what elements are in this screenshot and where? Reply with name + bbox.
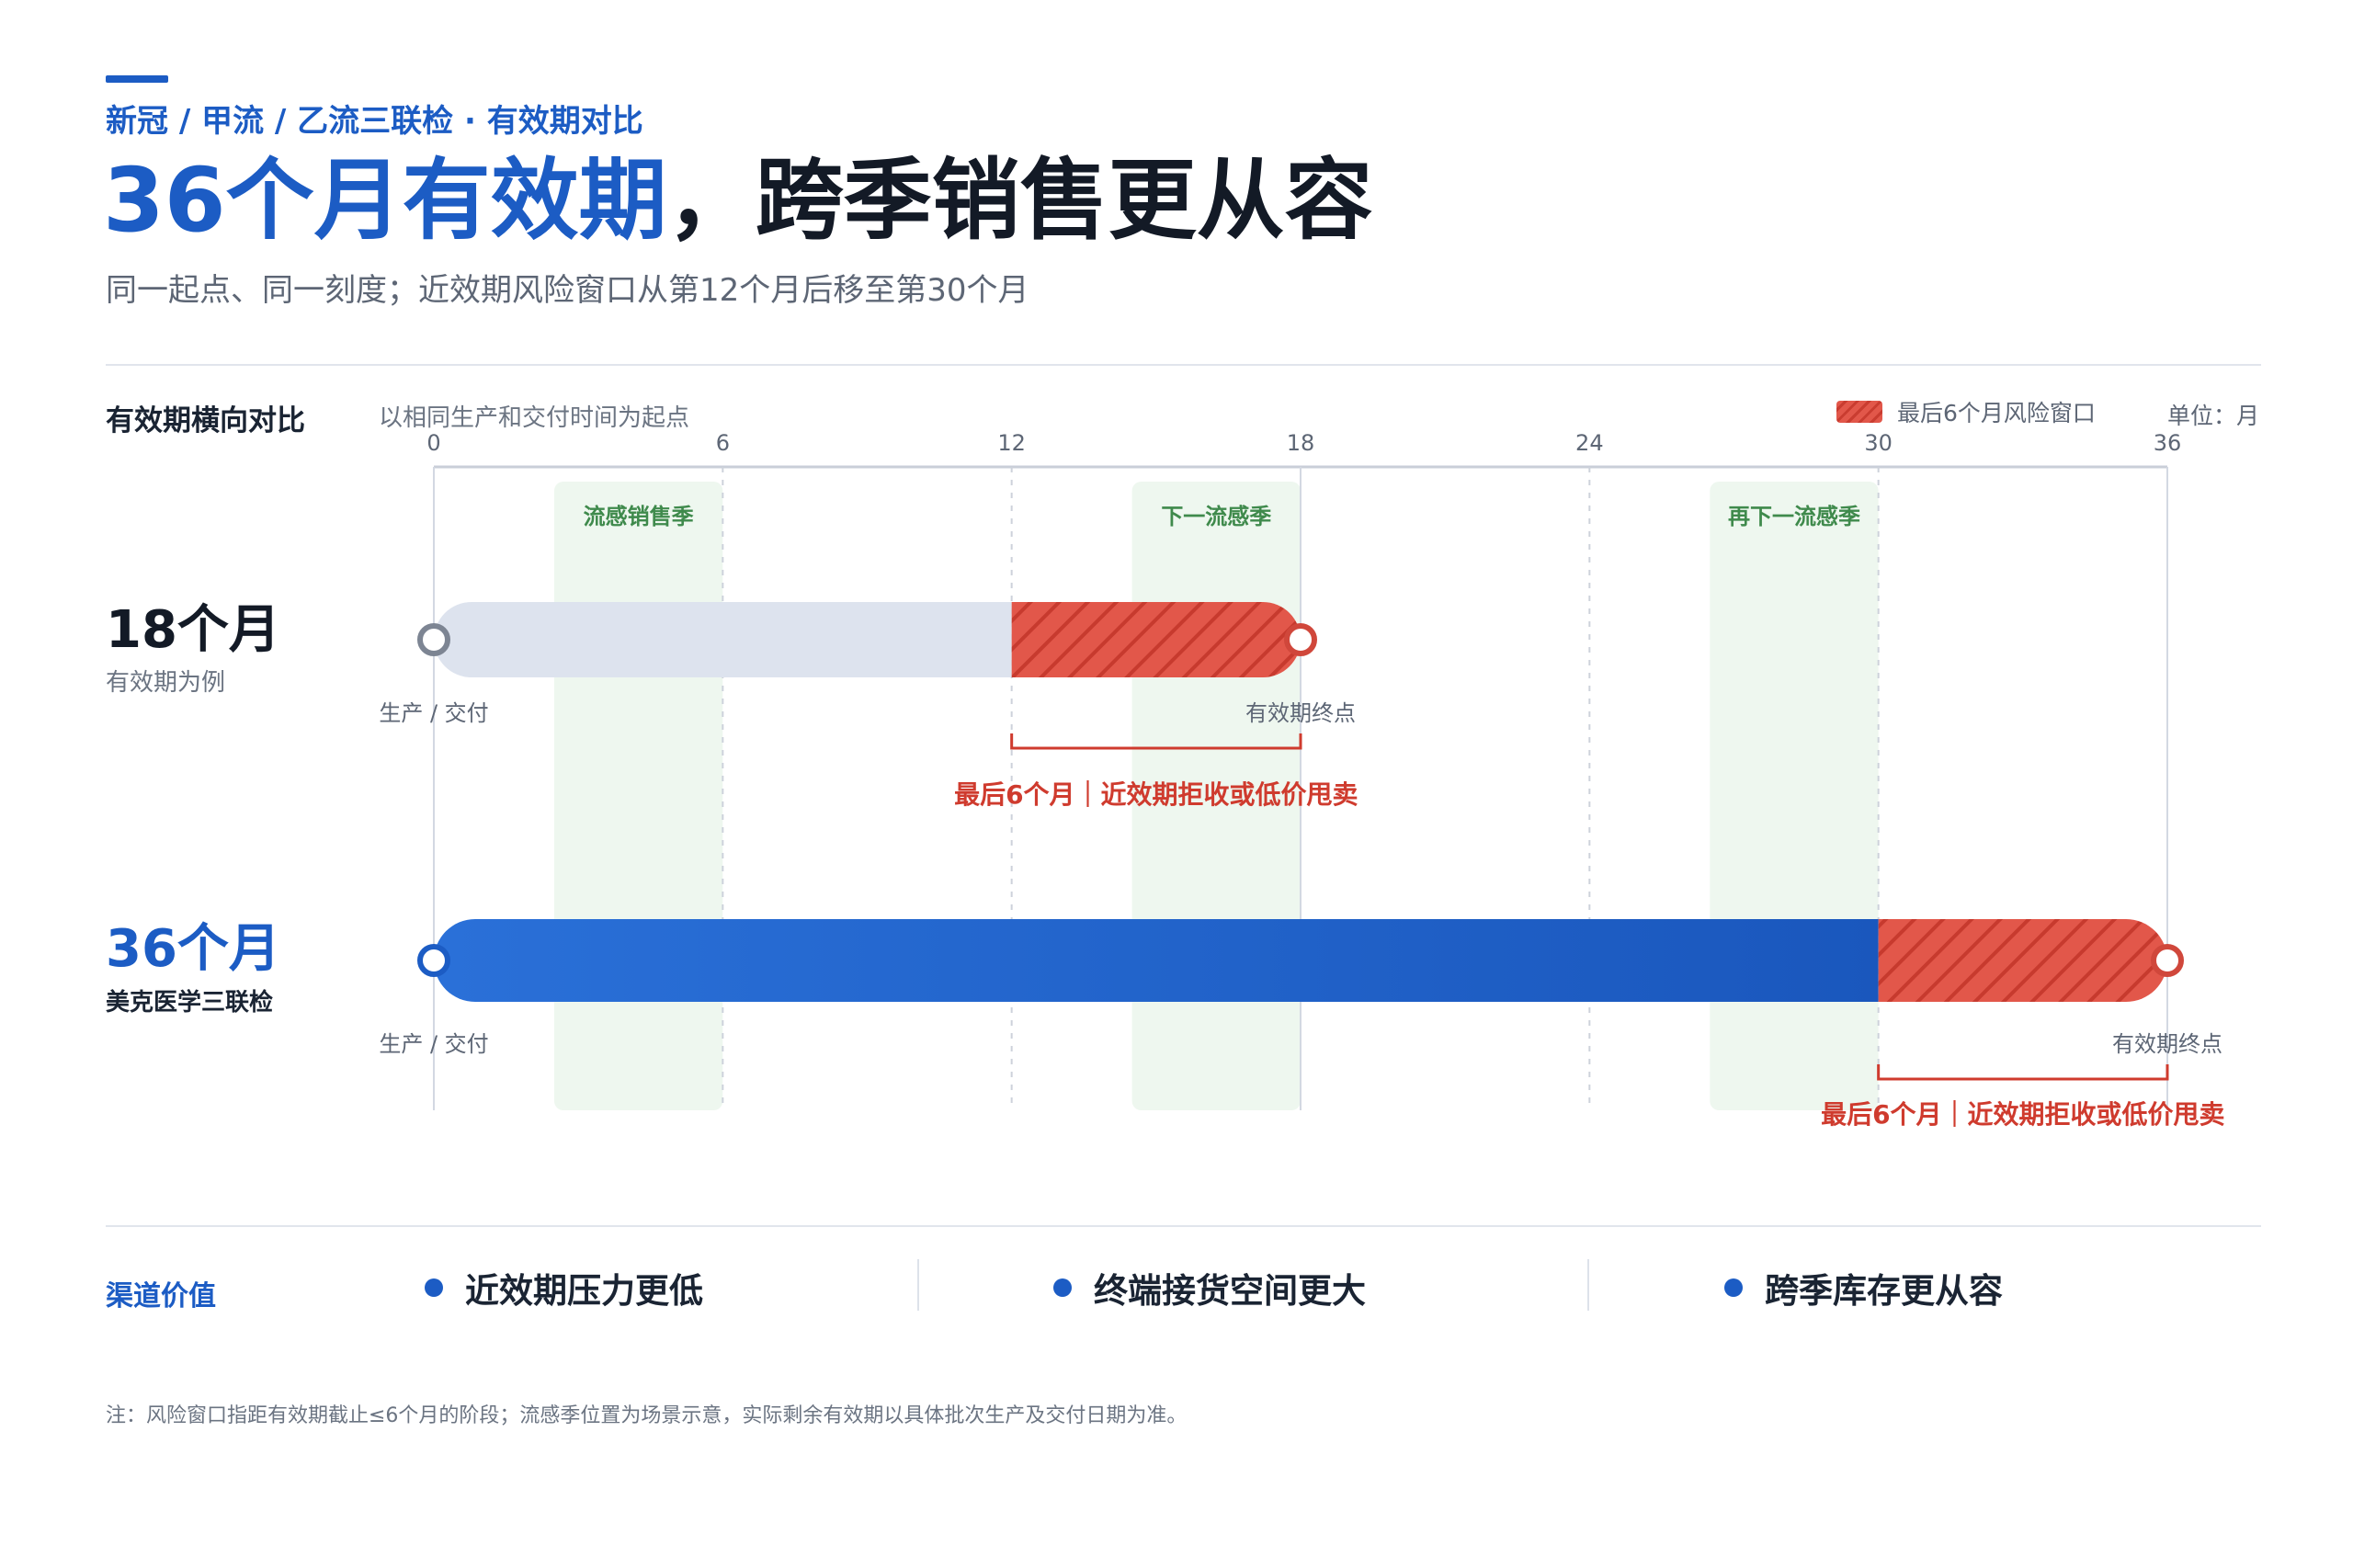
value-separator [917,1259,919,1311]
end-label: 有效期终点 [1245,700,1356,726]
end-label: 有效期终点 [2112,1031,2222,1057]
bullet-dot-icon [1053,1278,1072,1297]
bar-segment-risk [1878,919,2167,1002]
timeline-chart: 流感销售季 下一流感季 再下一流感季 0 6 12 18 24 30 36 生产 / 交付 有效期… [379,430,2224,1130]
bottom-divider [106,1225,2261,1227]
value-item-3: 跨季库存更从容 [1724,1263,2003,1312]
risk-label: 最后6个月｜近效期拒收或低价甩卖 [1821,1099,2224,1130]
x-tick-label: 12 [997,430,1026,456]
start-label: 生产 / 交付 [379,700,488,726]
start-label: 生产 / 交付 [379,1031,488,1057]
value-separator [1587,1259,1589,1311]
bar-segment-valid [434,602,1012,677]
bullet-dot-icon [425,1278,443,1297]
bar-segment-valid [434,919,1879,1002]
season-band [553,482,723,1110]
x-tick-label: 30 [1864,430,1893,456]
page: 新冠 / 甲流 / 乙流三联检 · 有效期对比 36个月有效期，跨季销售更从容 … [0,0,2353,1568]
risk-bracket [1877,1064,2169,1081]
season-label: 流感销售季 [584,504,694,529]
value-item-2: 终端接货空间更大 [1053,1263,1366,1312]
value-item-label: 跨季库存更从容 [1765,1271,2003,1311]
channel-value-label: 渠道价值 [106,1280,216,1312]
risk-label: 最后6个月｜近效期拒收或低价甩卖 [954,779,1358,810]
start-marker [417,623,450,656]
bar-segment-risk [1011,602,1301,677]
x-tick-label: 36 [2154,430,2182,456]
value-item-label: 近效期压力更低 [465,1271,703,1311]
value-item-label: 终端接货空间更大 [1094,1271,1366,1311]
season-label: 下一流感季 [1161,504,1271,529]
end-marker [1284,623,1317,656]
value-item-1: 近效期压力更低 [425,1263,703,1312]
x-tick-label: 24 [1575,430,1604,456]
start-marker [417,944,450,977]
x-tick-label: 6 [716,430,730,456]
x-tick-label: 18 [1287,430,1315,456]
footnote: 注：风险窗口指距有效期截止≤6个月的阶段；流感季位置为场景示意，实际剩余有效期以… [106,1404,1188,1427]
end-marker [2151,944,2184,977]
x-tick-label: 0 [426,430,440,456]
season-band [1710,482,1879,1110]
season-label: 再下一流感季 [1728,504,1860,529]
bullet-dot-icon [1724,1278,1743,1297]
